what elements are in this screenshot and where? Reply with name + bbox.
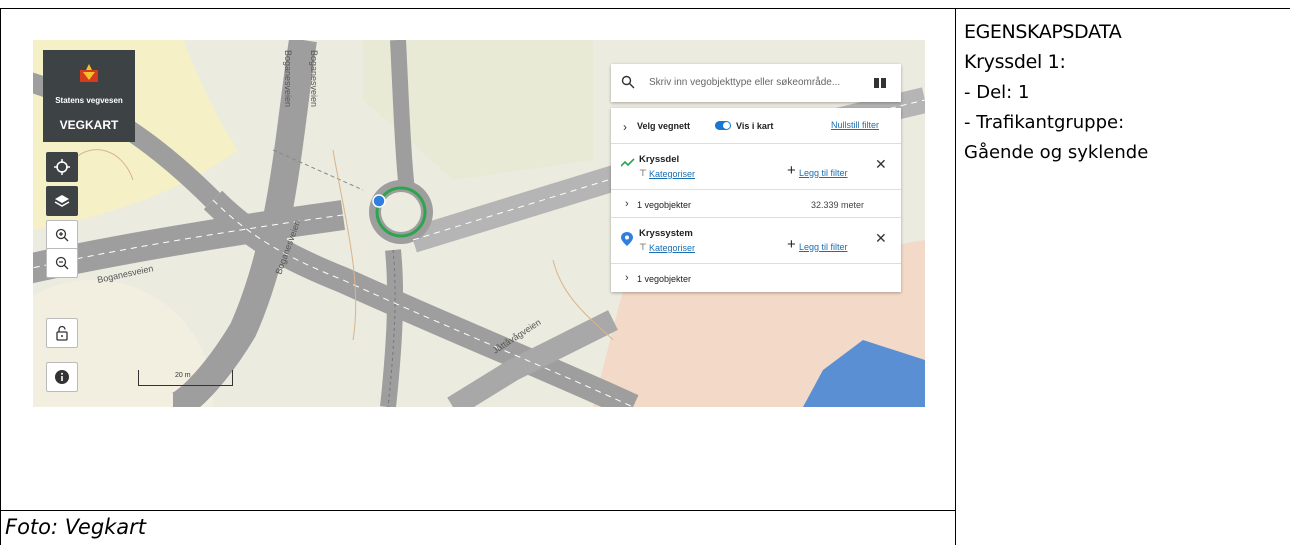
unlock-icon bbox=[56, 325, 68, 341]
lock-button[interactable] bbox=[46, 318, 78, 348]
map-screenshot[interactable]: Boganesveien Boganesveien Boganesveien B… bbox=[33, 40, 925, 407]
property-heading: EGENSKAPSDATA bbox=[964, 21, 1122, 43]
object-header-kryssystem: Kryssystem ⊤ Kategoriser + Legg til filt… bbox=[611, 218, 901, 264]
show-in-map-toggle[interactable] bbox=[715, 121, 731, 130]
road-label: Boganesveien bbox=[283, 50, 293, 107]
layers-icon bbox=[54, 195, 70, 207]
chevron-right-icon[interactable]: › bbox=[623, 120, 627, 134]
property-line-trafikantgruppe: - Trafikantgruppe: bbox=[964, 112, 1125, 133]
zoom-in-icon bbox=[55, 228, 69, 242]
org-name: Statens vegvesen bbox=[55, 96, 123, 105]
object-header-kryssdel: Kryssdel ⊤ Kategoriser + Legg til filter… bbox=[611, 144, 901, 190]
table-border-caption bbox=[0, 510, 955, 511]
property-line-del: - Del: 1 bbox=[964, 82, 1030, 103]
close-icon[interactable]: ✕ bbox=[875, 230, 887, 247]
plus-icon[interactable]: + bbox=[787, 236, 796, 253]
locate-button[interactable] bbox=[46, 152, 78, 182]
select-network-button[interactable]: Velg vegnett bbox=[637, 121, 690, 131]
chevron-right-icon[interactable]: › bbox=[625, 198, 629, 210]
add-filter-link[interactable]: Legg til filter bbox=[799, 242, 848, 252]
vegvesen-logo-icon bbox=[80, 64, 98, 82]
reset-filter-link[interactable]: Nullstill filter bbox=[831, 120, 879, 130]
object-count: 1 vegobjekter bbox=[637, 274, 692, 284]
table-border-top bbox=[0, 8, 1290, 9]
app-logo[interactable]: Statens vegvesen VEGKART bbox=[43, 50, 135, 142]
object-title: Kryssystem bbox=[639, 228, 693, 239]
info-button[interactable] bbox=[46, 362, 78, 392]
scale-label: 20 m bbox=[175, 372, 191, 379]
object-count: 1 vegobjekter bbox=[637, 200, 692, 210]
hierarchy-icon: ⊤ bbox=[639, 168, 647, 178]
hierarchy-icon: ⊤ bbox=[639, 242, 647, 252]
object-length: 32.339 meter bbox=[811, 200, 865, 210]
search-input[interactable]: Skriv inn vegobjekttype eller søkeområde… bbox=[649, 77, 840, 88]
show-in-map-label: Vis i kart bbox=[736, 121, 774, 131]
map-pin-icon bbox=[621, 232, 633, 246]
categorize-link[interactable]: Kategoriser bbox=[649, 243, 695, 253]
crosshair-icon bbox=[54, 159, 70, 175]
app-name: VEGKART bbox=[59, 118, 119, 132]
scale-bar: 20 m bbox=[138, 370, 233, 386]
search-icon bbox=[621, 75, 635, 89]
table-border-left bbox=[0, 8, 1, 545]
layers-button[interactable] bbox=[46, 186, 78, 216]
object-count-row[interactable]: › 1 vegobjekter bbox=[611, 264, 901, 292]
zoom-in-button[interactable] bbox=[46, 220, 78, 250]
object-count-row[interactable]: › 1 vegobjekter 32.339 meter bbox=[611, 190, 901, 218]
zoom-out-icon bbox=[55, 256, 69, 270]
book-icon[interactable] bbox=[873, 77, 887, 89]
object-title: Kryssdel bbox=[639, 154, 680, 165]
object-panel: › Velg vegnett Vis i kart Nullstill filt… bbox=[611, 108, 901, 292]
photo-caption: Foto: Vegkart bbox=[5, 515, 147, 539]
property-panel: EGENSKAPSDATA Kryssdel 1: - Del: 1 - Tra… bbox=[964, 18, 1284, 168]
search-bar[interactable]: Skriv inn vegobjekttype eller søkeområde… bbox=[611, 64, 901, 102]
table-border-middle bbox=[955, 8, 956, 545]
chevron-right-icon[interactable]: › bbox=[625, 272, 629, 284]
property-subheading: Kryssdel 1: bbox=[964, 51, 1066, 73]
add-filter-link[interactable]: Legg til filter bbox=[799, 168, 848, 178]
property-line-value: Gående og syklende bbox=[964, 142, 1149, 163]
info-icon bbox=[55, 370, 69, 384]
line-chart-icon bbox=[621, 158, 635, 167]
categorize-link[interactable]: Kategoriser bbox=[649, 169, 695, 179]
filter-bar: › Velg vegnett Vis i kart Nullstill filt… bbox=[611, 108, 901, 144]
road-label: Boganesveien bbox=[309, 50, 319, 107]
close-icon[interactable]: ✕ bbox=[875, 156, 887, 173]
zoom-out-button[interactable] bbox=[46, 248, 78, 278]
plus-icon[interactable]: + bbox=[787, 162, 796, 179]
